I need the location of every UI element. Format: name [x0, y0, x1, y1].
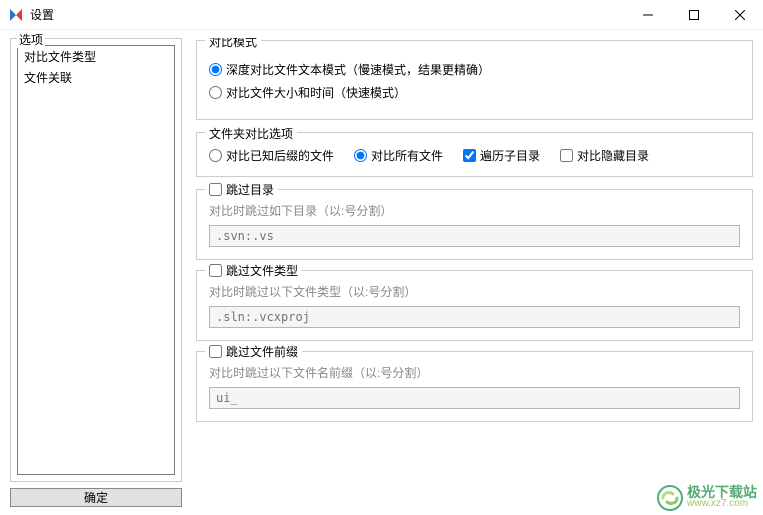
hidden-checkbox-input[interactable] — [560, 149, 573, 162]
compare-mode-title: 对比模式 — [205, 38, 261, 50]
recurse-label: 遍历子目录 — [480, 147, 540, 164]
hidden-checkbox[interactable]: 对比隐藏目录 — [560, 147, 649, 164]
deep-compare-radio-input[interactable] — [209, 63, 222, 76]
recurse-checkbox[interactable]: 遍历子目录 — [463, 147, 540, 164]
fast-compare-label: 对比文件大小和时间（快速模式） — [226, 84, 406, 101]
skip-dir-section: 跳过目录 对比时跳过如下目录（以:号分割） — [196, 189, 753, 260]
skip-type-checkbox[interactable] — [209, 264, 222, 277]
skip-prefix-title: 跳过文件前缀 — [226, 343, 298, 360]
deep-compare-radio[interactable]: 深度对比文件文本模式（慢速模式，结果更精确） — [209, 61, 740, 78]
skip-prefix-section: 跳过文件前缀 对比时跳过以下文件名前缀（以:号分割） — [196, 351, 753, 422]
known-ext-radio[interactable]: 对比已知后缀的文件 — [209, 147, 334, 164]
close-button[interactable] — [717, 0, 763, 29]
content-panel: 对比模式 深度对比文件文本模式（慢速模式，结果更精确） 对比文件大小和时间（快速… — [196, 38, 753, 505]
fast-compare-radio-input[interactable] — [209, 86, 222, 99]
skip-type-section: 跳过文件类型 对比时跳过以下文件类型（以:号分割） — [196, 270, 753, 341]
deep-compare-label: 深度对比文件文本模式（慢速模式，结果更精确） — [226, 61, 490, 78]
options-panel: 选项 对比文件类型 文件关联 — [10, 38, 182, 482]
skip-prefix-input[interactable] — [209, 387, 740, 409]
known-ext-label: 对比已知后缀的文件 — [226, 147, 334, 164]
known-ext-radio-input[interactable] — [209, 149, 222, 162]
recurse-checkbox-input[interactable] — [463, 149, 476, 162]
skip-type-hint: 对比时跳过以下文件类型（以:号分割） — [209, 283, 740, 300]
skip-type-input[interactable] — [209, 306, 740, 328]
window-controls — [625, 0, 763, 29]
skip-dir-hint: 对比时跳过如下目录（以:号分割） — [209, 202, 740, 219]
compare-mode-group: 对比模式 深度对比文件文本模式（慢速模式，结果更精确） 对比文件大小和时间（快速… — [196, 40, 753, 120]
skip-type-title: 跳过文件类型 — [226, 262, 298, 279]
titlebar: 设置 — [0, 0, 763, 30]
minimize-button[interactable] — [625, 0, 671, 29]
hidden-label: 对比隐藏目录 — [577, 147, 649, 164]
folder-options-group: 文件夹对比选项 对比已知后缀的文件 对比所有文件 遍历子目录 对比隐藏目录 — [196, 132, 753, 177]
app-icon — [8, 7, 24, 23]
folder-options-title: 文件夹对比选项 — [205, 125, 297, 142]
options-legend: 选项 — [17, 31, 45, 48]
all-files-radio[interactable]: 对比所有文件 — [354, 147, 443, 164]
options-listbox[interactable]: 对比文件类型 文件关联 — [17, 45, 175, 475]
skip-dir-input[interactable] — [209, 225, 740, 247]
maximize-button[interactable] — [671, 0, 717, 29]
skip-dir-checkbox[interactable] — [209, 183, 222, 196]
list-item[interactable]: 对比文件类型 — [18, 46, 174, 67]
all-files-radio-input[interactable] — [354, 149, 367, 162]
window-title: 设置 — [30, 6, 625, 23]
fast-compare-radio[interactable]: 对比文件大小和时间（快速模式） — [209, 84, 740, 101]
ok-button[interactable]: 确定 — [10, 488, 182, 507]
skip-dir-title: 跳过目录 — [226, 181, 274, 198]
skip-prefix-hint: 对比时跳过以下文件名前缀（以:号分割） — [209, 364, 740, 381]
all-files-label: 对比所有文件 — [371, 147, 443, 164]
list-item[interactable]: 文件关联 — [18, 67, 174, 88]
skip-prefix-checkbox[interactable] — [209, 345, 222, 358]
